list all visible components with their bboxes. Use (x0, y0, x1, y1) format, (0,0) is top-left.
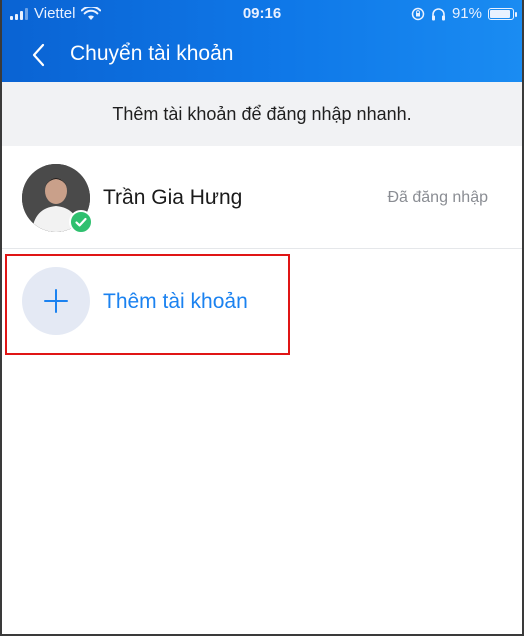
add-account-label[interactable]: Thêm tài khoản (103, 290, 248, 314)
add-account-button[interactable]: Thêm tài khoản (2, 250, 522, 354)
nav-bar: Chuyển tài khoản (0, 30, 524, 80)
battery-percent: 91% (451, 5, 482, 22)
account-name: Trần Gia Hưng (103, 186, 243, 209)
account-list-item[interactable]: Trần Gia Hưng Đã đăng nhập (2, 146, 522, 249)
status-bar: Viettel 09:16 91% (0, 0, 524, 28)
headphones-icon (431, 7, 445, 20)
back-chevron-icon[interactable] (28, 42, 50, 68)
account-status: Đã đăng nhập (387, 189, 488, 206)
battery-fill (490, 9, 510, 18)
info-banner: Thêm tài khoản để đăng nhập nhanh. (2, 82, 522, 146)
page-title: Chuyển tài khoản (70, 42, 234, 65)
logged-in-check-icon (69, 210, 93, 234)
info-banner-text: Thêm tài khoản để đăng nhập nhanh. (112, 103, 412, 124)
battery-icon (488, 7, 517, 20)
rotation-lock-icon (411, 7, 425, 20)
app-header: Viettel 09:16 91% Chuyển tài khoản (0, 0, 524, 82)
plus-icon (44, 289, 68, 313)
add-account-circle[interactable] (22, 267, 90, 335)
status-right: 91% (411, 5, 517, 22)
